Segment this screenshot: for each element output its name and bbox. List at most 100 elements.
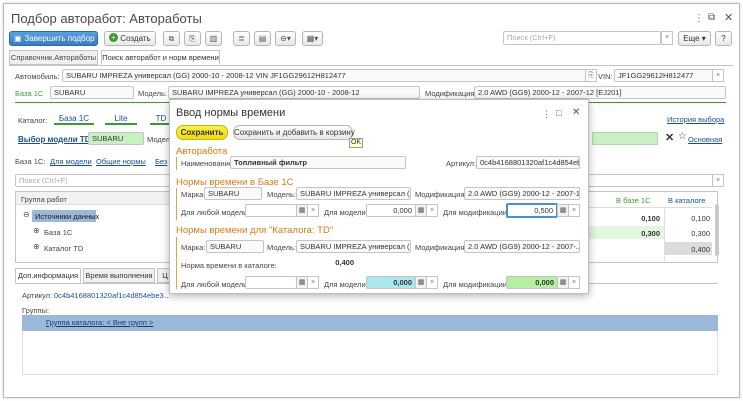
search-clear-icon[interactable]: × [661, 31, 673, 45]
filter-common-link[interactable]: Общие нормы [96, 157, 146, 166]
autowork-section-title: Авторабота [176, 146, 228, 157]
bottom-tab-time[interactable]: Время выполнения [83, 268, 155, 283]
dialog-close-icon[interactable]: ✕ [572, 107, 580, 118]
tree-row-sources[interactable]: Источники данных [35, 212, 99, 221]
minus-dropdown-icon[interactable]: ⊖▾ [275, 31, 296, 46]
more-actions-icon[interactable]: ⋮ [694, 13, 704, 24]
col-in-base: В базе 1С [616, 196, 651, 205]
name-field[interactable]: Топливный фильтр [230, 156, 406, 169]
td-for-mod-input[interactable]: 0,000 [506, 276, 558, 289]
tab-divider [9, 65, 733, 66]
base-any-clear-icon[interactable]: × [307, 204, 319, 217]
time-norm-dialog: Ввод нормы времени ⋮ □ ✕ Сохранить Сохра… [169, 99, 589, 294]
bottom-tab-info[interactable]: Доп.информация [15, 268, 81, 283]
attach-icon[interactable]: ⎘ [184, 31, 201, 46]
create-button[interactable]: + Создать [104, 31, 156, 46]
copy-icon[interactable]: ⧉ [163, 31, 180, 46]
groups-row-link[interactable]: Группа каталога: < Вне групп > [46, 318, 153, 327]
list-icon[interactable]: ≣ [233, 31, 250, 46]
td-model-clear-icon[interactable]: × [426, 276, 438, 289]
row2-base: 0,300 [641, 229, 660, 238]
td-model-value[interactable]: SUBARU IMPREZA универсал (... [296, 240, 411, 253]
history-link[interactable]: История выбора [667, 115, 724, 124]
restore-icon[interactable]: ⧉ [708, 12, 715, 23]
catalog-tab-base[interactable]: База 1С [54, 114, 94, 125]
print-icon[interactable]: ▤ [254, 31, 271, 46]
base-mod-clear-icon[interactable]: × [568, 204, 580, 217]
td-for-mod-label: Для модификации: [443, 280, 510, 289]
dialog-maximize-icon[interactable]: □ [556, 108, 561, 118]
td-brand-value[interactable]: SUBARU [206, 240, 264, 253]
columns-icon[interactable]: ▥ [205, 31, 222, 46]
td-mod-clear-icon[interactable]: × [568, 276, 580, 289]
table-scrollbar[interactable] [715, 204, 719, 256]
filter-partial-link[interactable]: Без [155, 157, 167, 166]
vin-clear-icon[interactable]: × [712, 69, 724, 82]
catalog-tab-lite[interactable]: Lite [105, 114, 137, 125]
more-button[interactable]: Еще ▾ [678, 31, 711, 46]
td-model-label: Модель: [267, 243, 297, 252]
dialog-title: Ввод нормы времени [176, 107, 286, 119]
td-any-model-input[interactable] [245, 276, 297, 289]
tree-search-clear-icon[interactable]: × [712, 174, 724, 187]
dialog-more-icon[interactable]: ⋮ [542, 109, 551, 120]
vin-field[interactable]: JF1GG29612H812477 [614, 69, 714, 82]
catalog-label: Каталог: [18, 116, 48, 125]
td-for-model-input[interactable]: 0,000 [366, 276, 416, 289]
td-any-clear-icon[interactable]: × [307, 276, 319, 289]
autowork-article-field[interactable]: 0c4b4168801320af1c4d854eb... [476, 156, 580, 169]
search-input[interactable]: Поиск (Ctrl+F) [503, 31, 661, 45]
base-any-model-input[interactable] [245, 204, 297, 217]
base-mod-field[interactable]: 2.0 AWD (GG9) 2000-12 - 2007-12 [EJ201] [474, 86, 726, 99]
td-any-model-label: Для любой модели: [181, 280, 250, 289]
groups-label: Группы: [22, 306, 50, 315]
article-value[interactable]: 0c4b4168801320af1c4d854ebe37ae0 [54, 291, 172, 300]
report-dropdown-icon[interactable]: ▦▾ [302, 31, 323, 46]
car-link-icon[interactable]: ⎘ [585, 69, 597, 82]
car-field[interactable]: SUBARU IMPREZA универсал (GG) 2000-10 - … [62, 69, 587, 82]
base-for-model-input[interactable]: 0,000 [366, 204, 416, 217]
row1-catalog: 0,100 [691, 214, 710, 223]
td-norms-gutter [176, 237, 177, 289]
base-model-field[interactable]: SUBARU IMPREZA универсал (GG) 2000-10 - … [168, 86, 420, 99]
base-for-mod-input[interactable]: 0,500 [506, 203, 558, 218]
model-td-field[interactable]: SUBARU [88, 132, 144, 145]
window-title: Подбор авторабот: Автоработы [11, 11, 202, 26]
base-for-mod-label: Для модификации: [443, 208, 510, 217]
base-brand-field[interactable]: SUBARU [50, 86, 134, 99]
help-button[interactable]: ? [715, 31, 732, 46]
expand-icon-base[interactable]: ⊕ [33, 226, 40, 235]
td-mod-value[interactable]: 2.0 AWD (GG9) 2000-12 - 2007-... [464, 240, 580, 253]
base-model-label-dlg: Модель: [267, 190, 297, 199]
collapse-icon[interactable]: ⊖ [23, 210, 30, 219]
finish-icon: ▣ [14, 34, 22, 43]
base-brand-value[interactable]: SUBARU [204, 187, 262, 200]
td-brand-label: Марка: [181, 243, 206, 252]
ok-tooltip: OK [349, 138, 363, 148]
save-and-add-button[interactable]: Сохранить и добавить в корзину [233, 125, 355, 140]
close-icon[interactable]: ✕ [724, 11, 733, 24]
star-icon[interactable]: ☆ [678, 131, 687, 142]
plus-icon: + [109, 33, 118, 42]
base-mod-value[interactable]: 2.0 AWD (GG9) 2000-12 - 2007-1... [464, 187, 580, 200]
base-model-clear-icon[interactable]: × [426, 204, 438, 217]
tab-directory[interactable]: Справочник.Автоработы [9, 50, 98, 65]
choose-model-td-link[interactable]: Выбор модели TD [18, 135, 91, 144]
tree-row-td[interactable]: Каталог TD [44, 244, 83, 253]
base-label: База 1С [15, 89, 44, 98]
expand-icon-td[interactable]: ⊕ [33, 242, 40, 251]
clear-x-icon[interactable]: ✕ [665, 131, 674, 144]
save-button[interactable]: Сохранить [176, 125, 228, 140]
model-td-label: Модел [147, 135, 171, 144]
tab-search[interactable]: Поиск авторабот и норм времени [101, 50, 220, 65]
base-model-value[interactable]: SUBARU IMPREZA универсал (... [296, 187, 411, 200]
filter-by-model-link[interactable]: Для модели [50, 157, 92, 166]
tree-row-base[interactable]: База 1С [44, 228, 72, 237]
base-norms-gutter [176, 188, 177, 220]
car-label: Автомобиль: [15, 72, 60, 81]
base-mod-label-dlg: Модификация: [415, 190, 467, 199]
base-model-label: Модель: [138, 89, 168, 98]
main-link[interactable]: Основная [688, 135, 722, 144]
tree-header-label: Группа работ [21, 195, 67, 204]
finish-selection-button[interactable]: ▣ Завершить подбор [9, 31, 98, 46]
